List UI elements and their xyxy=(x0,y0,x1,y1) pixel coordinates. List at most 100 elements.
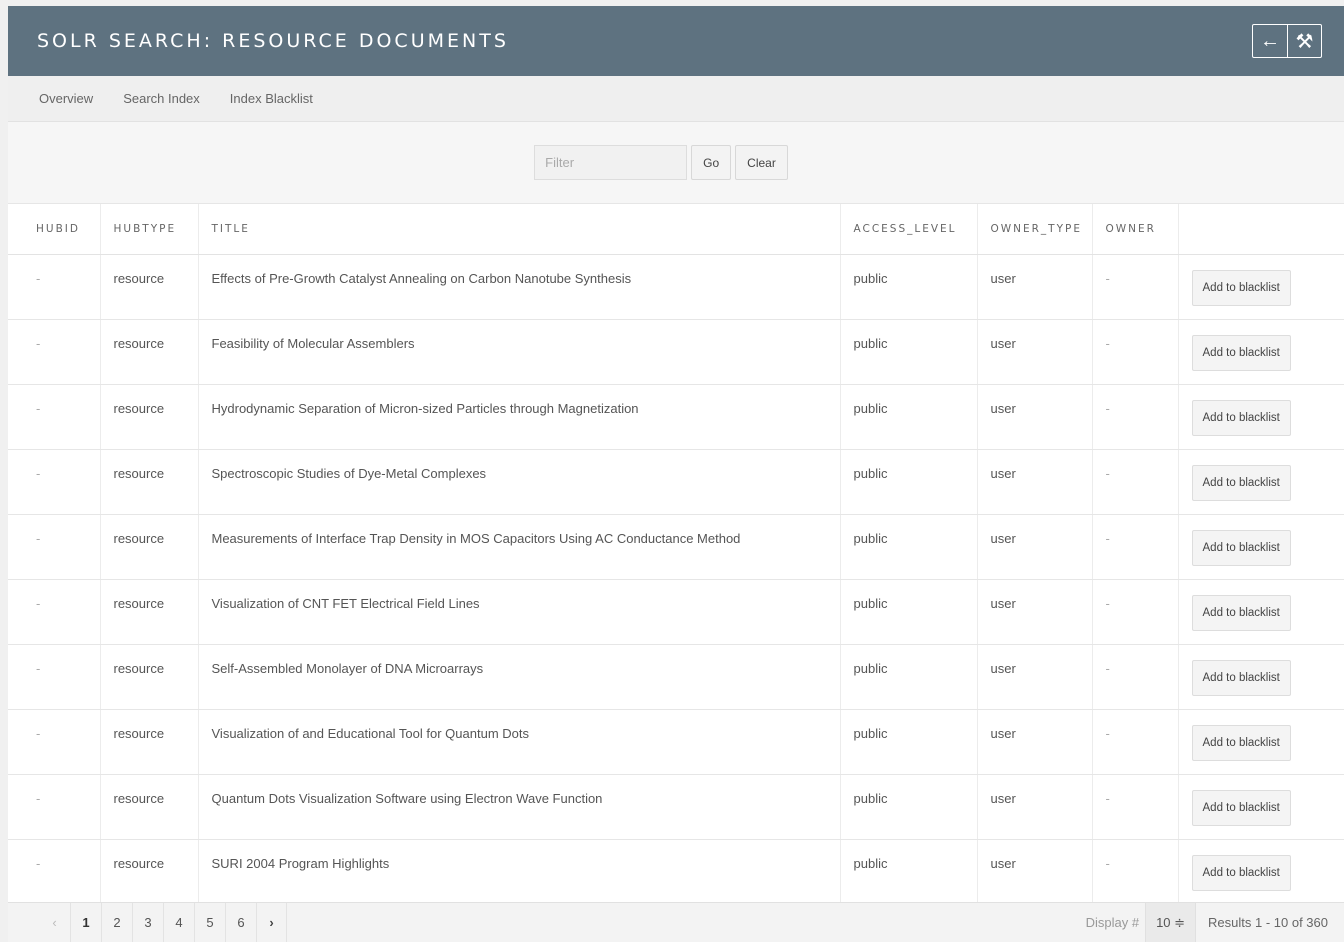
cell-hubid: - xyxy=(8,319,100,385)
results-count: Results 1 - 10 of 360 xyxy=(1208,915,1328,930)
cell-title: Feasibility of Molecular Assemblers xyxy=(197,319,840,385)
add-to-blacklist-button[interactable]: Add to blacklist xyxy=(1191,269,1291,306)
cell-hubtype: resource xyxy=(99,774,198,840)
cell-owner: - xyxy=(1091,839,1178,905)
page-link-1[interactable]: 1 xyxy=(70,903,101,942)
column-header-owner[interactable]: OWNER xyxy=(1091,204,1178,255)
app-window: SOLR SEARCH: RESOURCE DOCUMENTS ← ⚒ Over… xyxy=(8,6,1344,942)
cell-owner-type-text: user xyxy=(990,726,1016,741)
header-toolbar: ← ⚒ xyxy=(1252,24,1322,58)
cell-hubid: - xyxy=(8,254,100,320)
page-header: SOLR SEARCH: RESOURCE DOCUMENTS ← ⚒ xyxy=(8,6,1344,76)
back-arrow-icon[interactable]: ← xyxy=(1253,25,1287,57)
cell-owner-text: - xyxy=(1105,531,1110,546)
table-row: - resource Feasibility of Molecular Assemb… xyxy=(8,319,1344,385)
add-to-blacklist-button[interactable]: Add to blacklist xyxy=(1191,594,1291,631)
table-row: - resource Self-Assembled Monolayer of DNA… xyxy=(8,644,1344,710)
cell-owner-text: - xyxy=(1105,791,1110,806)
cell-access-level: public xyxy=(839,839,977,905)
page-link-5[interactable]: 5 xyxy=(194,903,225,942)
cell-owner-text: - xyxy=(1105,661,1110,676)
add-to-blacklist-button[interactable]: Add to blacklist xyxy=(1191,724,1291,761)
cell-owner-text: - xyxy=(1105,726,1110,741)
cell-access-level-text: public xyxy=(853,336,888,351)
subnav-index-blacklist[interactable]: Index Blacklist xyxy=(230,91,313,106)
cell-action: Add to blacklist xyxy=(1177,644,1344,710)
cell-access-level: public xyxy=(839,254,977,320)
cell-owner: - xyxy=(1091,384,1178,450)
cell-action: Add to blacklist xyxy=(1177,579,1344,645)
cell-owner-text: - xyxy=(1105,336,1110,351)
cell-title: Self-Assembled Monolayer of DNA Microarr… xyxy=(197,644,840,710)
cell-title: Effects of Pre-Growth Catalyst Annealing… xyxy=(197,254,840,320)
page-link-3[interactable]: 3 xyxy=(132,903,163,942)
subnav-overview[interactable]: Overview xyxy=(39,91,93,106)
table-header-row: HUBID HUBTYPE TITLE ACCESS_LEVEL OWNER_T… xyxy=(8,204,1344,255)
display-count-select[interactable]: 10 ≑ xyxy=(1145,903,1197,942)
cell-access-level-text: public xyxy=(853,466,888,481)
cell-title-text: SURI 2004 Program Highlights xyxy=(211,856,390,871)
cell-owner-type: user xyxy=(976,514,1092,580)
cell-hubtype-text: resource xyxy=(113,401,165,416)
cell-owner: - xyxy=(1091,449,1178,515)
filter-input[interactable] xyxy=(534,145,688,180)
add-to-blacklist-button[interactable]: Add to blacklist xyxy=(1191,854,1291,891)
add-to-blacklist-button[interactable]: Add to blacklist xyxy=(1191,529,1291,566)
cell-title: Visualization of and Educational Tool fo… xyxy=(197,709,840,775)
cell-access-level-text: public xyxy=(853,401,888,416)
cell-owner-text: - xyxy=(1105,401,1110,416)
add-to-blacklist-button[interactable]: Add to blacklist xyxy=(1191,464,1291,501)
cell-owner-type-text: user xyxy=(990,466,1016,481)
column-header-hubid[interactable]: HUBID xyxy=(8,204,100,255)
cell-hubtype: resource xyxy=(99,709,198,775)
cell-action: Add to blacklist xyxy=(1177,449,1344,515)
cell-owner-text: - xyxy=(1105,271,1110,286)
cell-hubtype-text: resource xyxy=(113,466,165,481)
add-to-blacklist-button[interactable]: Add to blacklist xyxy=(1191,789,1291,826)
column-header-title[interactable]: TITLE xyxy=(197,204,840,255)
add-to-blacklist-button[interactable]: Add to blacklist xyxy=(1191,334,1291,371)
page-link-2[interactable]: 2 xyxy=(101,903,132,942)
page-link-6[interactable]: 6 xyxy=(225,903,256,942)
options-tools-icon[interactable]: ⚒ xyxy=(1287,25,1321,57)
cell-title-text: Quantum Dots Visualization Software usin… xyxy=(211,791,603,806)
cell-owner: - xyxy=(1091,319,1178,385)
cell-owner-type: user xyxy=(976,774,1092,840)
cell-title: Visualization of CNT FET Electrical Fiel… xyxy=(197,579,840,645)
table-row: - resource Spectroscopic Studies of Dye-Me… xyxy=(8,449,1344,515)
cell-owner-type: user xyxy=(976,839,1092,905)
prev-page-icon[interactable]: ‹ xyxy=(39,903,70,942)
column-header-hubtype[interactable]: HUBTYPE xyxy=(99,204,198,255)
cell-title-text: Spectroscopic Studies of Dye-Metal Compl… xyxy=(211,466,487,481)
column-header-owner-type[interactable]: OWNER_TYPE xyxy=(976,204,1092,255)
cell-hubid: - xyxy=(8,514,100,580)
subnav-search-index[interactable]: Search Index xyxy=(123,91,200,106)
cell-access-level: public xyxy=(839,514,977,580)
go-button[interactable]: Go xyxy=(691,145,732,180)
results-table: HUBID HUBTYPE TITLE ACCESS_LEVEL OWNER_T… xyxy=(8,204,1344,905)
cell-action: Add to blacklist xyxy=(1177,839,1344,905)
column-header-access-level[interactable]: ACCESS_LEVEL xyxy=(839,204,977,255)
cell-title: Spectroscopic Studies of Dye-Metal Compl… xyxy=(197,449,840,515)
cell-owner: - xyxy=(1091,709,1178,775)
sub-navigation: Overview Search Index Index Blacklist xyxy=(8,76,1344,122)
filter-bar: Go Clear xyxy=(8,122,1344,204)
cell-action: Add to blacklist xyxy=(1177,709,1344,775)
add-to-blacklist-button[interactable]: Add to blacklist xyxy=(1191,659,1291,696)
cell-hubid: - xyxy=(8,839,100,905)
cell-action: Add to blacklist xyxy=(1177,774,1344,840)
table-row: - resource Measurements of Interface Trap … xyxy=(8,514,1344,580)
cell-hubtype: resource xyxy=(99,449,198,515)
cell-title-text: Measurements of Interface Trap Density i… xyxy=(211,531,741,546)
cell-owner-type-text: user xyxy=(990,596,1016,611)
clear-button[interactable]: Clear xyxy=(735,145,788,180)
add-to-blacklist-button[interactable]: Add to blacklist xyxy=(1191,399,1291,436)
cell-access-level: public xyxy=(839,644,977,710)
cell-owner-type: user xyxy=(976,254,1092,320)
next-page-icon[interactable]: › xyxy=(256,903,287,942)
cell-hubtype-text: resource xyxy=(113,596,165,611)
page-link-4[interactable]: 4 xyxy=(163,903,194,942)
cell-title-text: Effects of Pre-Growth Catalyst Annealing… xyxy=(211,271,632,286)
pagination-bar: ‹ 1 2 3 4 5 6 › Display # 10 ≑ Results 1… xyxy=(8,902,1344,942)
table-row: - resource Effects of Pre-Growth Catalyst … xyxy=(8,254,1344,320)
